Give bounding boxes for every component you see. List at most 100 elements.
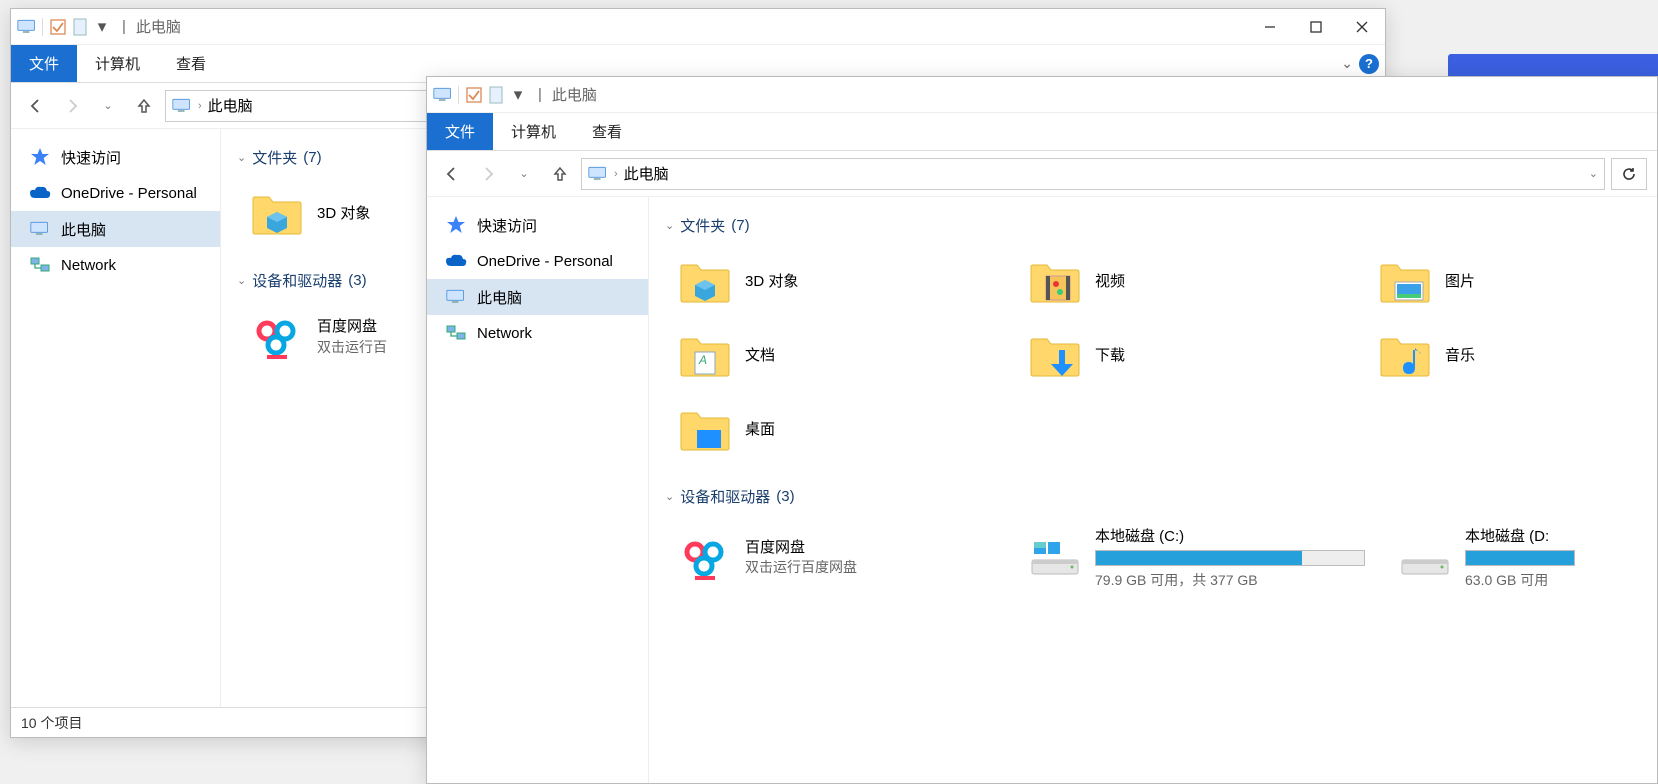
pc-icon (172, 98, 192, 114)
sidebar-item-label: 此电脑 (477, 287, 522, 308)
group-label: 设备和驱动器 (252, 270, 342, 291)
app-baidu-netdisk[interactable]: 百度网盘 双击运行百 (245, 305, 415, 369)
folder-label: 下载 (1095, 346, 1125, 366)
group-header-devices[interactable]: ⌄ 设备和驱动器 (3) (661, 480, 1657, 513)
nav-recent-button[interactable]: ⌄ (509, 159, 539, 189)
sidebar: 快速访问 OneDrive - Personal 此电脑 Network (11, 129, 221, 707)
sidebar-item-this-pc[interactable]: 此电脑 (427, 279, 648, 315)
address-dropdown-icon[interactable]: ⌄ (1589, 167, 1598, 180)
folder-videos[interactable]: 视频 (1023, 250, 1353, 314)
folder-icon: A (677, 328, 733, 384)
baidu-icon (249, 309, 305, 365)
folder-icon (1027, 328, 1083, 384)
sidebar-item-quick-access[interactable]: 快速访问 (11, 139, 220, 175)
pc-icon (17, 17, 37, 37)
group-count: (3) (348, 272, 366, 289)
sidebar-item-label: Network (61, 257, 116, 274)
nav-forward-button[interactable] (473, 159, 503, 189)
address-row: ⌄ › 此电脑 ⌄ (427, 151, 1657, 197)
tab-computer[interactable]: 计算机 (77, 45, 158, 82)
folder-icon (1377, 328, 1433, 384)
nav-up-button[interactable] (129, 91, 159, 121)
breadcrumb-root[interactable]: 此电脑 (208, 95, 253, 116)
sidebar-item-network[interactable]: Network (11, 247, 220, 283)
drive-label: 本地磁盘 (D: (1465, 525, 1575, 546)
tab-file[interactable]: 文件 (11, 45, 77, 82)
tab-view[interactable]: 查看 (158, 45, 224, 82)
group-label: 设备和驱动器 (680, 486, 770, 507)
breadcrumb-root[interactable]: 此电脑 (624, 163, 669, 184)
nav-back-button[interactable] (21, 91, 51, 121)
titlebar: ▾ | 此电脑 (11, 9, 1385, 45)
cloud-icon (445, 250, 467, 272)
minimize-button[interactable] (1247, 9, 1293, 45)
app-sublabel: 双击运行百 (317, 338, 387, 357)
drive-usage-bar (1465, 550, 1575, 566)
nav-recent-button[interactable]: ⌄ (93, 91, 123, 121)
group-label: 文件夹 (680, 215, 725, 236)
nav-up-button[interactable] (545, 159, 575, 189)
breadcrumb-sep-icon: › (614, 168, 618, 180)
drive-d[interactable]: 本地磁盘 (D: 63.0 GB 可用 (1393, 521, 1593, 594)
group-count: (7) (303, 149, 321, 166)
content-pane: ⌄ 文件夹 (7) 3D 对象 视频 (649, 197, 1657, 783)
explorer-window-front: ▾ | 此电脑 文件 计算机 查看 ⌄ › 此电脑 ⌄ (426, 76, 1658, 784)
tab-file[interactable]: 文件 (427, 113, 493, 150)
folder-pictures[interactable]: 图片 (1373, 250, 1593, 314)
folder-3d-objects[interactable]: 3D 对象 (245, 182, 415, 246)
group-header-folders[interactable]: ⌄ 文件夹 (7) (661, 209, 1657, 242)
maximize-button[interactable] (1293, 9, 1339, 45)
close-button[interactable] (1339, 9, 1385, 45)
sidebar-item-label: 快速访问 (61, 147, 121, 168)
app-baidu-netdisk[interactable]: 百度网盘 双击运行百度网盘 (673, 521, 1003, 594)
folder-downloads[interactable]: 下载 (1023, 324, 1353, 388)
drive-status: 63.0 GB 可用 (1465, 570, 1575, 590)
address-bar[interactable]: › 此电脑 ⌄ (581, 158, 1605, 190)
folder-3d-objects[interactable]: 3D 对象 (673, 250, 1003, 314)
window-title: 此电脑 (552, 84, 597, 105)
folder-label: 桌面 (745, 420, 775, 440)
sidebar-item-this-pc[interactable]: 此电脑 (11, 211, 220, 247)
folder-icon (1027, 254, 1083, 310)
window-title-sep: | (538, 86, 542, 103)
ribbon-collapse-icon[interactable]: ⌄ (1341, 55, 1353, 72)
doc-icon[interactable] (70, 17, 90, 37)
refresh-button[interactable] (1611, 158, 1647, 190)
doc-icon[interactable] (486, 85, 506, 105)
app-label: 百度网盘 (317, 317, 387, 337)
folder-desktop[interactable]: 桌面 (673, 398, 1003, 462)
qat-dropdown-icon[interactable]: ▾ (508, 85, 528, 105)
nav-forward-button[interactable] (57, 91, 87, 121)
tab-computer[interactable]: 计算机 (493, 113, 574, 150)
drive-usage-bar (1095, 550, 1365, 566)
network-icon (29, 254, 51, 276)
sidebar-item-network[interactable]: Network (427, 315, 648, 351)
drive-c[interactable]: 本地磁盘 (C:) 79.9 GB 可用，共 377 GB (1023, 521, 1373, 594)
window-title: 此电脑 (136, 16, 181, 37)
drive-status: 79.9 GB 可用，共 377 GB (1095, 570, 1365, 590)
star-icon (445, 214, 467, 236)
chevron-down-icon: ⌄ (237, 274, 246, 287)
app-sublabel: 双击运行百度网盘 (745, 558, 857, 577)
window-title-sep: | (122, 18, 126, 35)
baidu-icon (677, 530, 733, 586)
sidebar-item-quick-access[interactable]: 快速访问 (427, 207, 648, 243)
qat-dropdown-icon[interactable]: ▾ (92, 17, 112, 37)
folder-documents[interactable]: A 文档 (673, 324, 1003, 388)
group-label: 文件夹 (252, 147, 297, 168)
folder-label: 3D 对象 (745, 272, 798, 292)
sidebar-item-onedrive[interactable]: OneDrive - Personal (427, 243, 648, 279)
nav-back-button[interactable] (437, 159, 467, 189)
check-icon[interactable] (464, 85, 484, 105)
sidebar-item-onedrive[interactable]: OneDrive - Personal (11, 175, 220, 211)
chevron-down-icon: ⌄ (237, 151, 246, 164)
tab-view[interactable]: 查看 (574, 113, 640, 150)
group-count: (7) (731, 217, 749, 234)
folder-music[interactable]: 音乐 (1373, 324, 1593, 388)
sidebar-item-label: 快速访问 (477, 215, 537, 236)
chevron-down-icon: ⌄ (665, 219, 674, 232)
pc-icon (445, 286, 467, 308)
sidebar-item-label: OneDrive - Personal (61, 185, 197, 202)
check-icon[interactable] (48, 17, 68, 37)
help-icon[interactable]: ? (1359, 54, 1379, 74)
